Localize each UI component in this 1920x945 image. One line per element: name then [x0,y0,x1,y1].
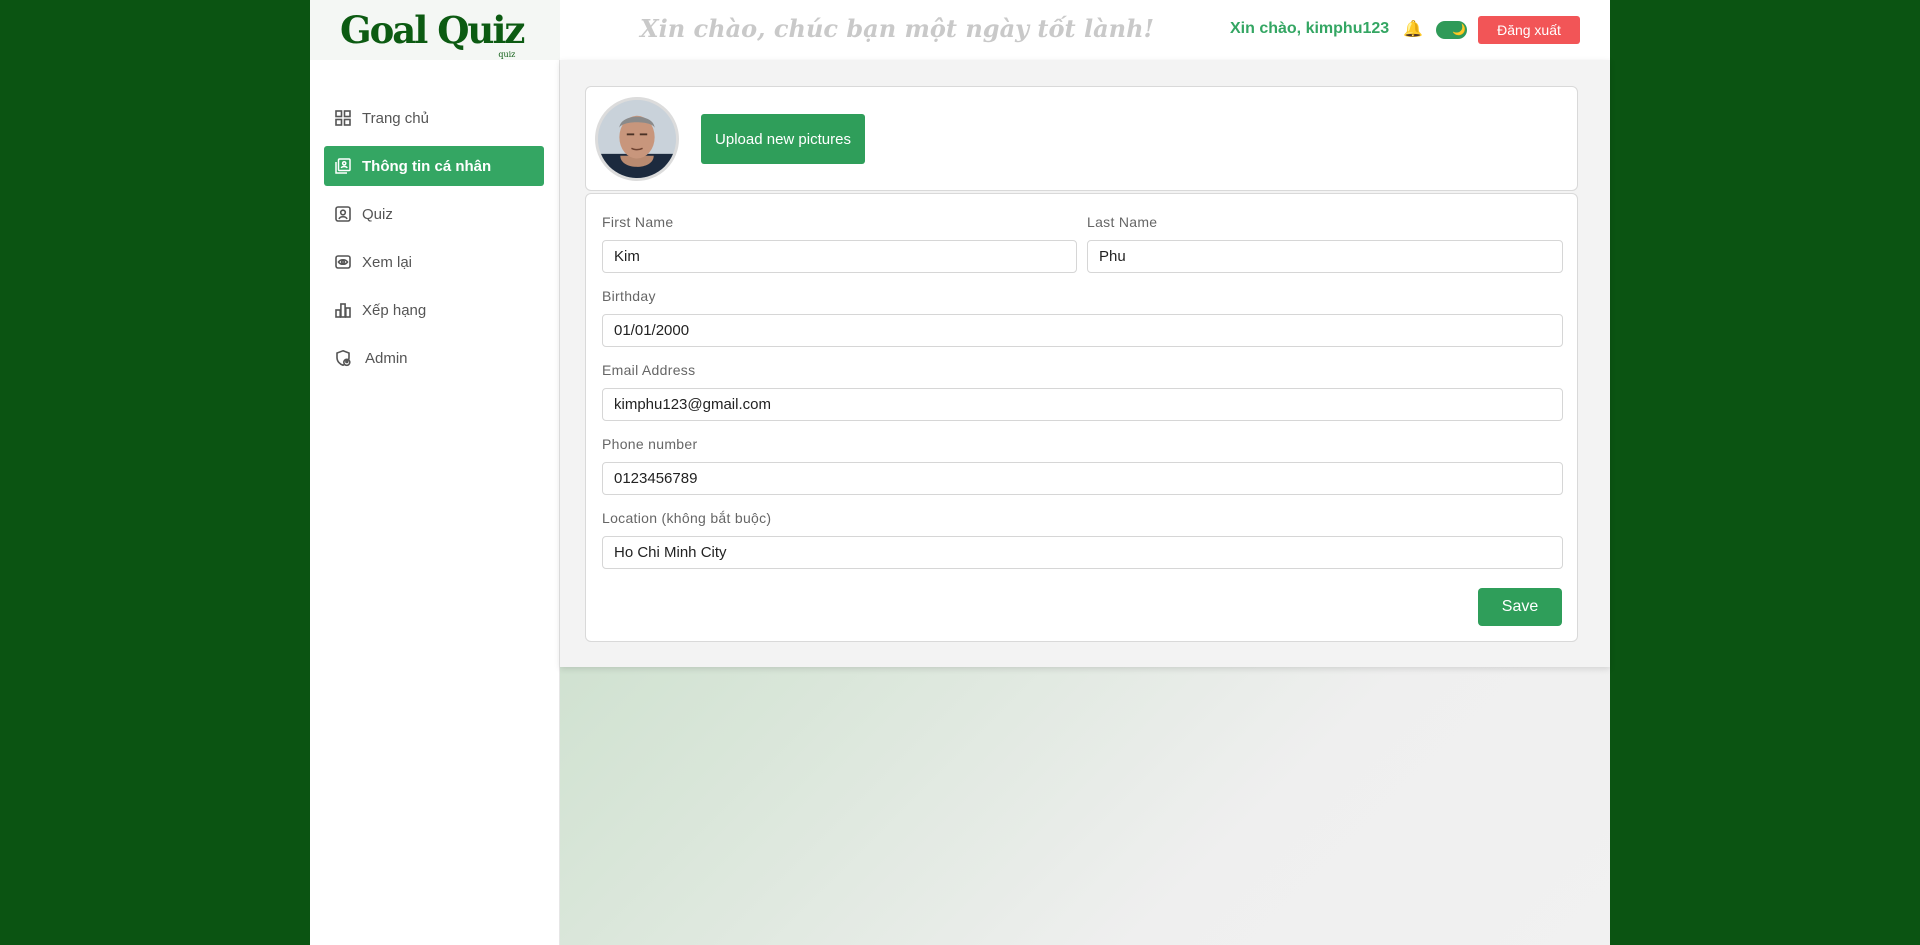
sidebar-item-profile[interactable]: Thông tin cá nhân [324,146,544,186]
avatar-card: Upload new pictures [585,86,1578,191]
bar-chart-icon [334,301,352,319]
profile-form: First Name Last Name Birthday Email Addr… [585,193,1578,642]
bell-icon[interactable]: 🔔 [1403,19,1423,39]
location-field[interactable] [602,536,1563,569]
logo-sub: quiz [498,50,516,59]
eye-icon [334,253,352,271]
last-name-field[interactable] [1087,240,1563,273]
location-label: Location (không bắt buộc) [602,510,772,526]
sidebar: Goal Quiz quiz Trang chủ Thông tin cá nh… [310,0,560,945]
email-label: Email Address [602,362,696,378]
sidebar-item-label: Admin [365,349,408,367]
avatar[interactable] [595,97,679,181]
user-square-icon [334,205,352,223]
sidebar-item-label: Trang chủ [362,109,429,127]
sidebar-item-label: Xem lại [362,253,413,271]
phone-label: Phone number [602,436,698,452]
moon-icon: 🌙 [1452,24,1466,36]
shield-user-icon [334,349,352,367]
sidebar-item-ranking[interactable]: Xếp hạng [324,290,544,330]
logo-area[interactable]: Goal Quiz quiz [310,0,560,60]
profile-book-icon [334,157,352,175]
sidebar-item-label: Quiz [362,205,393,223]
theme-toggle[interactable]: 🌙 [1436,21,1467,39]
sidebar-item-home[interactable]: Trang chủ [324,98,544,138]
upload-picture-button[interactable]: Upload new pictures [701,114,865,164]
user-greeting: Xin chào, kimphu123 [1230,20,1390,37]
last-name-label: Last Name [1087,214,1158,230]
logo[interactable]: Goal Quiz quiz [340,8,525,59]
sidebar-item-review[interactable]: Xem lại [324,242,544,282]
phone-field[interactable] [602,462,1563,495]
save-button[interactable]: Save [1478,588,1562,626]
welcome-message: Xin chào, chúc bạn một ngày tốt lành! [640,14,1155,43]
sidebar-item-label: Xếp hạng [362,301,427,319]
grid-icon [334,109,352,127]
top-header: Xin chào, chúc bạn một ngày tốt lành! Xi… [560,0,1610,60]
sidebar-item-quiz[interactable]: Quiz [324,194,544,234]
logout-button[interactable]: Đăng xuất [1478,16,1580,44]
sidebar-item-label: Thông tin cá nhân [362,157,492,175]
first-name-label: First Name [602,214,674,230]
logo-text: Goal Quiz [340,8,525,52]
app-shell: Goal Quiz quiz Trang chủ Thông tin cá nh… [310,0,1610,945]
sidebar-nav: Trang chủ Thông tin cá nhân Quiz Xem lại… [310,60,559,378]
profile-panel: Upload new pictures First Name Last Name… [560,60,1610,667]
birthday-label: Birthday [602,288,656,304]
avatar-photo [598,100,676,178]
email-field[interactable] [602,388,1563,421]
sidebar-item-admin[interactable]: Admin [324,338,544,378]
birthday-field[interactable] [602,314,1563,347]
first-name-field[interactable] [602,240,1077,273]
